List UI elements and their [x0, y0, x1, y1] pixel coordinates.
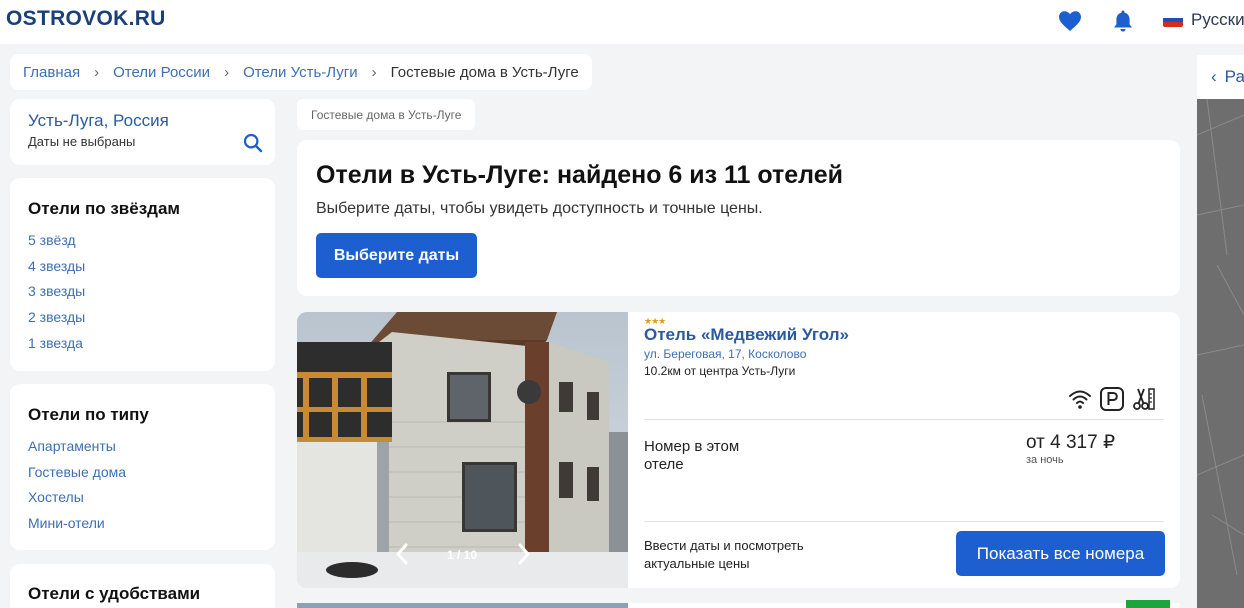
photo-prev-icon[interactable] — [395, 543, 409, 565]
language-selector[interactable]: Русский — [1163, 10, 1244, 30]
breadcrumb-home[interactable]: Главная — [23, 64, 80, 81]
hotel-photo-image — [297, 312, 628, 588]
filter-link[interactable]: Хостелы — [28, 487, 126, 513]
hotel-distance: 10.2км от центра Усть-Луги — [644, 364, 796, 378]
filter-amenities-title: Отели с удобствами — [28, 584, 201, 603]
chevron-right-icon: › — [371, 63, 377, 81]
filter-link[interactable]: 5 звёзд — [28, 230, 85, 256]
divider — [644, 521, 1164, 522]
hotel-card[interactable]: 1 / 10 ★★★ Отель «Медвежий Угол» ул. Бер… — [297, 312, 1180, 588]
parking-icon — [1100, 387, 1124, 411]
show-all-rooms-button[interactable]: Показать все номера — [956, 531, 1165, 576]
filter-link[interactable]: 2 звезды — [28, 307, 85, 333]
search-city[interactable]: Усть-Луга, Россия — [28, 111, 169, 131]
filter-link[interactable]: Мини-отели — [28, 513, 126, 539]
hotel-price: от 4 317 ₽ — [1026, 432, 1116, 453]
results-subtitle: Выберите даты, чтобы увидеть доступность… — [316, 200, 763, 217]
map-collapse-button[interactable]: ‹ Ра — [1197, 55, 1244, 99]
room-label: Номер в этом отеле — [644, 438, 740, 473]
hotel-photo[interactable]: 1 / 10 — [297, 312, 628, 588]
results-title: Отели в Усть-Луге: найдено 6 из 11 отеле… — [316, 161, 844, 189]
search-dates[interactable]: Даты не выбраны — [28, 134, 135, 149]
heart-icon[interactable] — [1057, 8, 1083, 34]
search-icon[interactable] — [243, 133, 263, 153]
breadcrumb: Главная › Отели России › Отели Усть-Луги… — [10, 54, 592, 90]
filter-stars-list: 5 звёзд 4 звезды 3 звезды 2 звезды 1 зве… — [28, 230, 85, 358]
photo-next-icon[interactable] — [517, 543, 531, 565]
photo-counter: 1 / 10 — [447, 548, 478, 562]
hotel-info: ★★★ Отель «Медвежий Угол» ул. Береговая,… — [628, 312, 1180, 588]
divider — [644, 419, 1164, 420]
filter-type-title: Отели по типу — [28, 405, 149, 424]
filter-link[interactable]: Апартаменты — [28, 436, 126, 462]
filter-stars-card: Отели по звёздам 5 звёзд 4 звезды 3 звез… — [10, 178, 275, 371]
next-hotel-photo — [297, 603, 628, 608]
top-bar: OSTROVOK.RU Русский — [0, 0, 1244, 44]
results-header-card: Отели в Усть-Луге: найдено 6 из 11 отеле… — [297, 140, 1180, 296]
breadcrumb-russia-hotels[interactable]: Отели России — [113, 64, 210, 81]
hotel-name-link[interactable]: Отель «Медвежий Угол» — [644, 325, 849, 345]
dates-hint: Ввести даты и посмотреть актуальные цены — [644, 538, 804, 571]
breadcrumb-ust-luga-hotels[interactable]: Отели Усть-Луги — [243, 64, 358, 81]
choose-dates-button[interactable]: Выберите даты — [316, 233, 477, 278]
chevron-right-icon: › — [94, 63, 100, 81]
bell-icon[interactable] — [1110, 8, 1136, 34]
filter-link[interactable]: 4 звезды — [28, 256, 85, 282]
filter-link[interactable]: 1 звезда — [28, 333, 85, 359]
site-logo[interactable]: OSTROVOK.RU — [6, 7, 166, 31]
map-image — [1197, 55, 1244, 608]
map-back-label: Ра — [1224, 67, 1244, 86]
next-hotel-badge — [1126, 600, 1170, 608]
filter-type-card: Отели по типу Апартаменты Гостевые дома … — [10, 384, 275, 550]
hotel-address[interactable]: ул. Береговая, 17, Косколово — [644, 347, 806, 361]
language-label: Русский — [1191, 10, 1244, 29]
ru-flag-icon — [1163, 13, 1183, 27]
filter-stars-title: Отели по звёздам — [28, 199, 180, 218]
category-tag[interactable]: Гостевые дома в Усть-Луге — [297, 99, 476, 130]
filter-link[interactable]: 3 звезды — [28, 281, 85, 307]
breadcrumb-current: Гостевые дома в Усть-Луге — [390, 63, 579, 81]
map-panel[interactable] — [1197, 55, 1244, 608]
filter-type-list: Апартаменты Гостевые дома Хостелы Мини-о… — [28, 436, 126, 539]
chevron-right-icon: › — [224, 63, 230, 81]
filter-amenities-card: Отели с удобствами — [10, 564, 275, 608]
wifi-icon — [1069, 390, 1091, 409]
chevron-left-icon: ‹ — [1211, 67, 1217, 86]
price-unit: за ночь — [1026, 454, 1064, 466]
search-summary-card[interactable]: Усть-Луга, Россия Даты не выбраны — [10, 99, 275, 165]
hairdresser-icon — [1133, 388, 1155, 410]
filter-link[interactable]: Гостевые дома — [28, 462, 126, 488]
